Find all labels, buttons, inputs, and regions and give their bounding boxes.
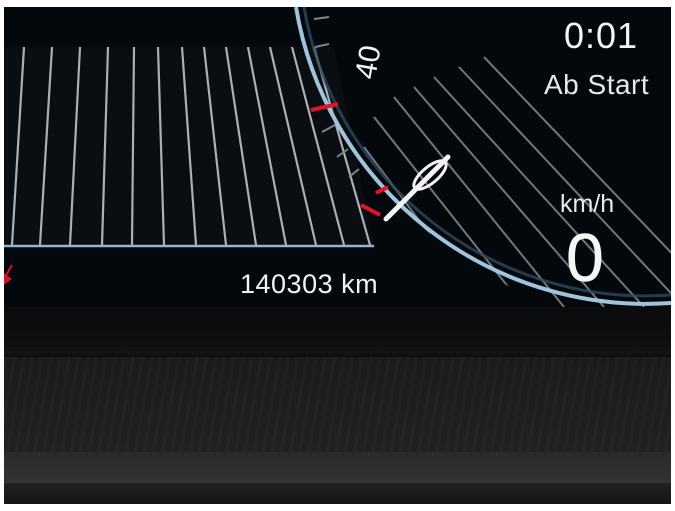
photo-frame: 40 0:01 Ab Start km/h 0 140303 km: [4, 7, 671, 504]
speed-unit: km/h: [560, 190, 615, 218]
dashboard-texture: [4, 357, 671, 452]
trip-label: Ab Start: [544, 69, 650, 100]
trip-time: 0:01: [564, 15, 639, 56]
left-panel-stripes: [4, 47, 374, 245]
dashboard-lip: [4, 483, 671, 504]
warning-light-icon: [4, 265, 13, 285]
instrument-cluster: 40 0:01 Ab Start km/h 0 140303 km: [4, 7, 671, 307]
dashboard-surface: [4, 307, 671, 504]
odometer-reading: 140303 km: [240, 269, 379, 299]
speed-value: 0: [566, 220, 604, 297]
